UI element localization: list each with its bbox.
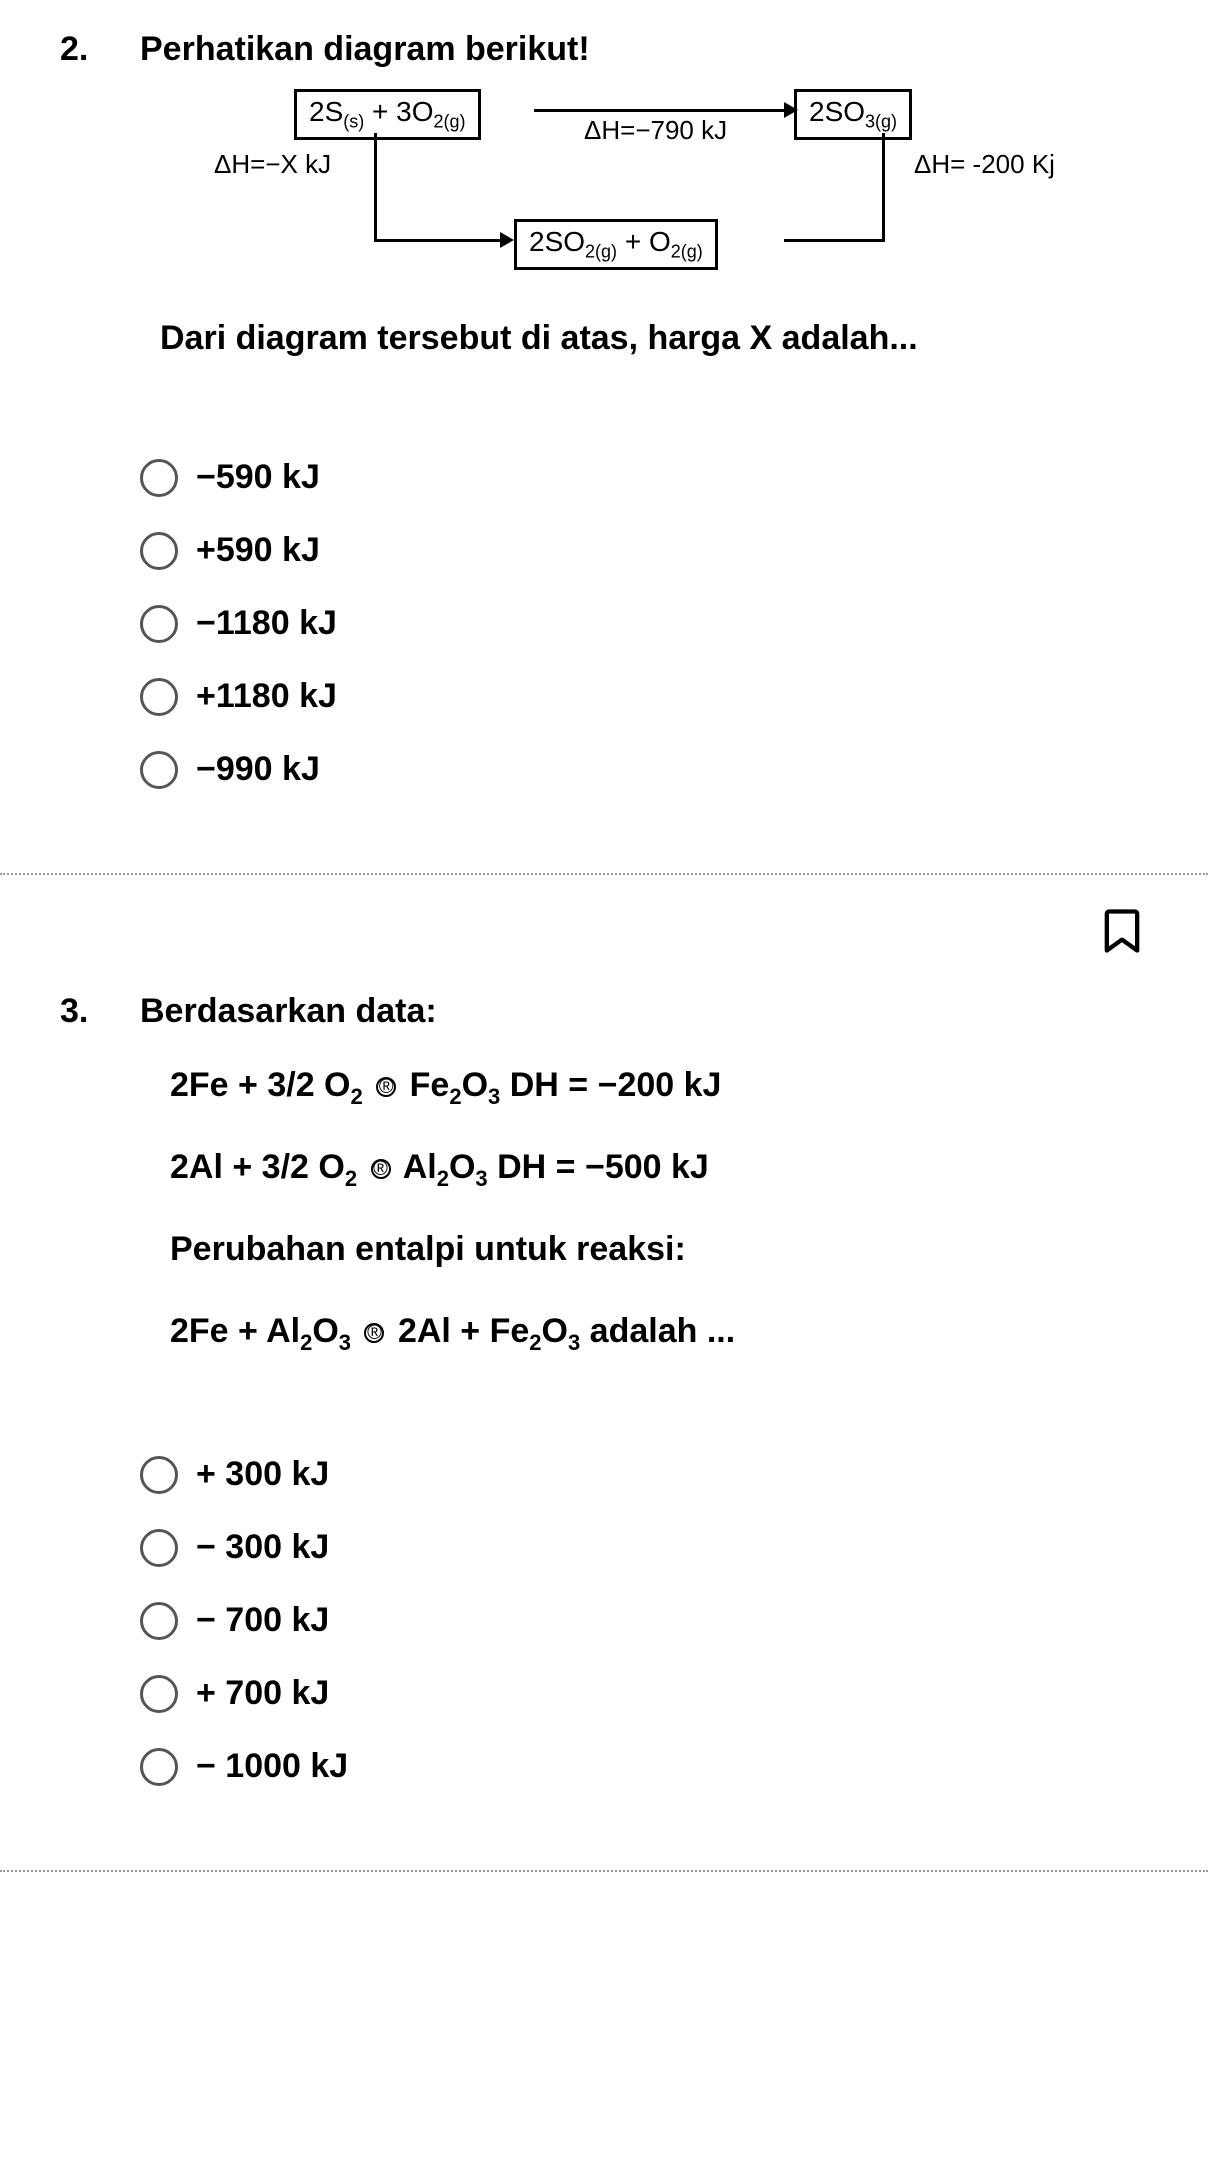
reaction-arrow-icon: ® — [376, 1077, 396, 1097]
diagram-label-right: ΔH= -200 Kj — [914, 149, 1055, 180]
diagram-arrowhead-left — [500, 232, 514, 248]
q2-option-c-label: −1180 kJ — [196, 604, 337, 643]
radio-icon — [140, 1748, 178, 1786]
q3-prompt-line: Perubahan entalpi untuk reaksi: — [170, 1215, 1148, 1283]
q3-option-d-label: + 700 kJ — [196, 1674, 329, 1713]
q3-target-part3: 2Al + Fe — [398, 1312, 529, 1350]
q3-eq2-part2: Al — [403, 1148, 437, 1186]
bookmark-row — [0, 875, 1208, 962]
q3-option-b[interactable]: − 300 kJ — [140, 1528, 1148, 1567]
q3-option-e[interactable]: − 1000 kJ — [140, 1747, 1148, 1786]
diagram-box-intermediate: 2SO2(g) + O2(g) — [514, 219, 718, 270]
q2-option-e[interactable]: −990 kJ — [140, 750, 1148, 789]
reaction-arrow-icon: ® — [371, 1159, 391, 1179]
radio-icon — [140, 1529, 178, 1567]
q3-eq1-part3: O — [462, 1066, 488, 1104]
radio-icon — [140, 1675, 178, 1713]
q3-eq2-part3: O — [449, 1148, 475, 1186]
radio-icon — [140, 605, 178, 643]
q3-option-a-label: + 300 kJ — [196, 1455, 329, 1494]
radio-icon — [140, 532, 178, 570]
radio-icon — [140, 1456, 178, 1494]
q3-eq1-part2: Fe — [410, 1066, 450, 1104]
q3-option-e-label: − 1000 kJ — [196, 1747, 348, 1786]
q2-option-d-label: +1180 kJ — [196, 677, 337, 716]
diagram-box-product-so3: 2SO3(g) — [794, 89, 912, 140]
q2-option-a[interactable]: −590 kJ — [140, 458, 1148, 497]
diagram-label-top: ΔH=−790 kJ — [584, 115, 727, 146]
radio-icon — [140, 678, 178, 716]
q3-target-part5: adalah ... — [580, 1312, 735, 1350]
diagram-line-right-horz — [784, 239, 884, 242]
radio-icon — [140, 751, 178, 789]
q2-option-e-label: −990 kJ — [196, 750, 320, 789]
q2-option-c[interactable]: −1180 kJ — [140, 604, 1148, 643]
q3-target-part4: O — [542, 1312, 568, 1350]
question-2-number: 2. — [60, 30, 100, 69]
question-3-header: 3. Berdasarkan data: — [60, 992, 1148, 1031]
q3-eq1-part4: DH = −200 kJ — [500, 1066, 721, 1104]
q2-option-b-label: +590 kJ — [196, 531, 320, 570]
diagram-line-right-vert — [882, 133, 885, 242]
q3-equation-1: 2Fe + 3/2 O2 ® Fe2O3 DH = −200 kJ — [170, 1051, 1148, 1119]
q3-equation-2: 2Al + 3/2 O2 ® Al2O3 DH = −500 kJ — [170, 1133, 1148, 1201]
q2-option-b[interactable]: +590 kJ — [140, 531, 1148, 570]
question-3-title: Berdasarkan data: — [140, 992, 437, 1031]
question-2-subtext: Dari diagram tersebut di atas, harga X a… — [160, 319, 1148, 358]
diagram-line-left-horz — [374, 239, 504, 242]
question-2-title: Perhatikan diagram berikut! — [140, 30, 590, 69]
q3-eq1-part1: 2Fe + 3/2 O — [170, 1066, 351, 1104]
bookmark-icon[interactable] — [1096, 905, 1148, 962]
q3-eq2-part4: DH = −500 kJ — [488, 1148, 709, 1186]
q3-option-c-label: − 700 kJ — [196, 1601, 329, 1640]
reaction-arrow-icon: ® — [364, 1323, 384, 1343]
q3-target-reaction: 2Fe + Al2O3 ® 2Al + Fe2O3 adalah ... — [170, 1297, 1148, 1365]
hess-diagram: 2S(s) + 3O2(g) 2SO3(g) 2SO2(g) + O2(g) Δ… — [60, 89, 1148, 279]
question-2-header: 2. Perhatikan diagram berikut! — [60, 30, 1148, 69]
diagram-arrow-top — [534, 109, 792, 112]
q2-option-d[interactable]: +1180 kJ — [140, 677, 1148, 716]
question-2: 2. Perhatikan diagram berikut! 2S(s) + 3… — [0, 0, 1208, 875]
question-3-options: + 300 kJ − 300 kJ − 700 kJ + 700 kJ − 10… — [140, 1455, 1148, 1786]
radio-icon — [140, 1602, 178, 1640]
question-2-options: −590 kJ +590 kJ −1180 kJ +1180 kJ −990 k… — [140, 458, 1148, 789]
question-3-number: 3. — [60, 992, 100, 1031]
q3-option-a[interactable]: + 300 kJ — [140, 1455, 1148, 1494]
q3-option-c[interactable]: − 700 kJ — [140, 1601, 1148, 1640]
q2-option-a-label: −590 kJ — [196, 458, 320, 497]
q3-option-d[interactable]: + 700 kJ — [140, 1674, 1148, 1713]
question-3: 3. Berdasarkan data: 2Fe + 3/2 O2 ® Fe2O… — [0, 962, 1208, 1872]
diagram-box-reactants: 2S(s) + 3O2(g) — [294, 89, 481, 140]
q3-eq2-part1: 2Al + 3/2 O — [170, 1148, 345, 1186]
q3-target-part2: O — [312, 1312, 338, 1350]
diagram-arrowhead-top — [784, 102, 798, 118]
q3-target-part1: 2Fe + Al — [170, 1312, 300, 1350]
diagram-label-left: ΔH=−X kJ — [214, 149, 331, 180]
question-3-body: 2Fe + 3/2 O2 ® Fe2O3 DH = −200 kJ 2Al + … — [170, 1051, 1148, 1365]
q3-option-b-label: − 300 kJ — [196, 1528, 329, 1567]
radio-icon — [140, 459, 178, 497]
diagram-line-left-vert — [374, 133, 377, 241]
